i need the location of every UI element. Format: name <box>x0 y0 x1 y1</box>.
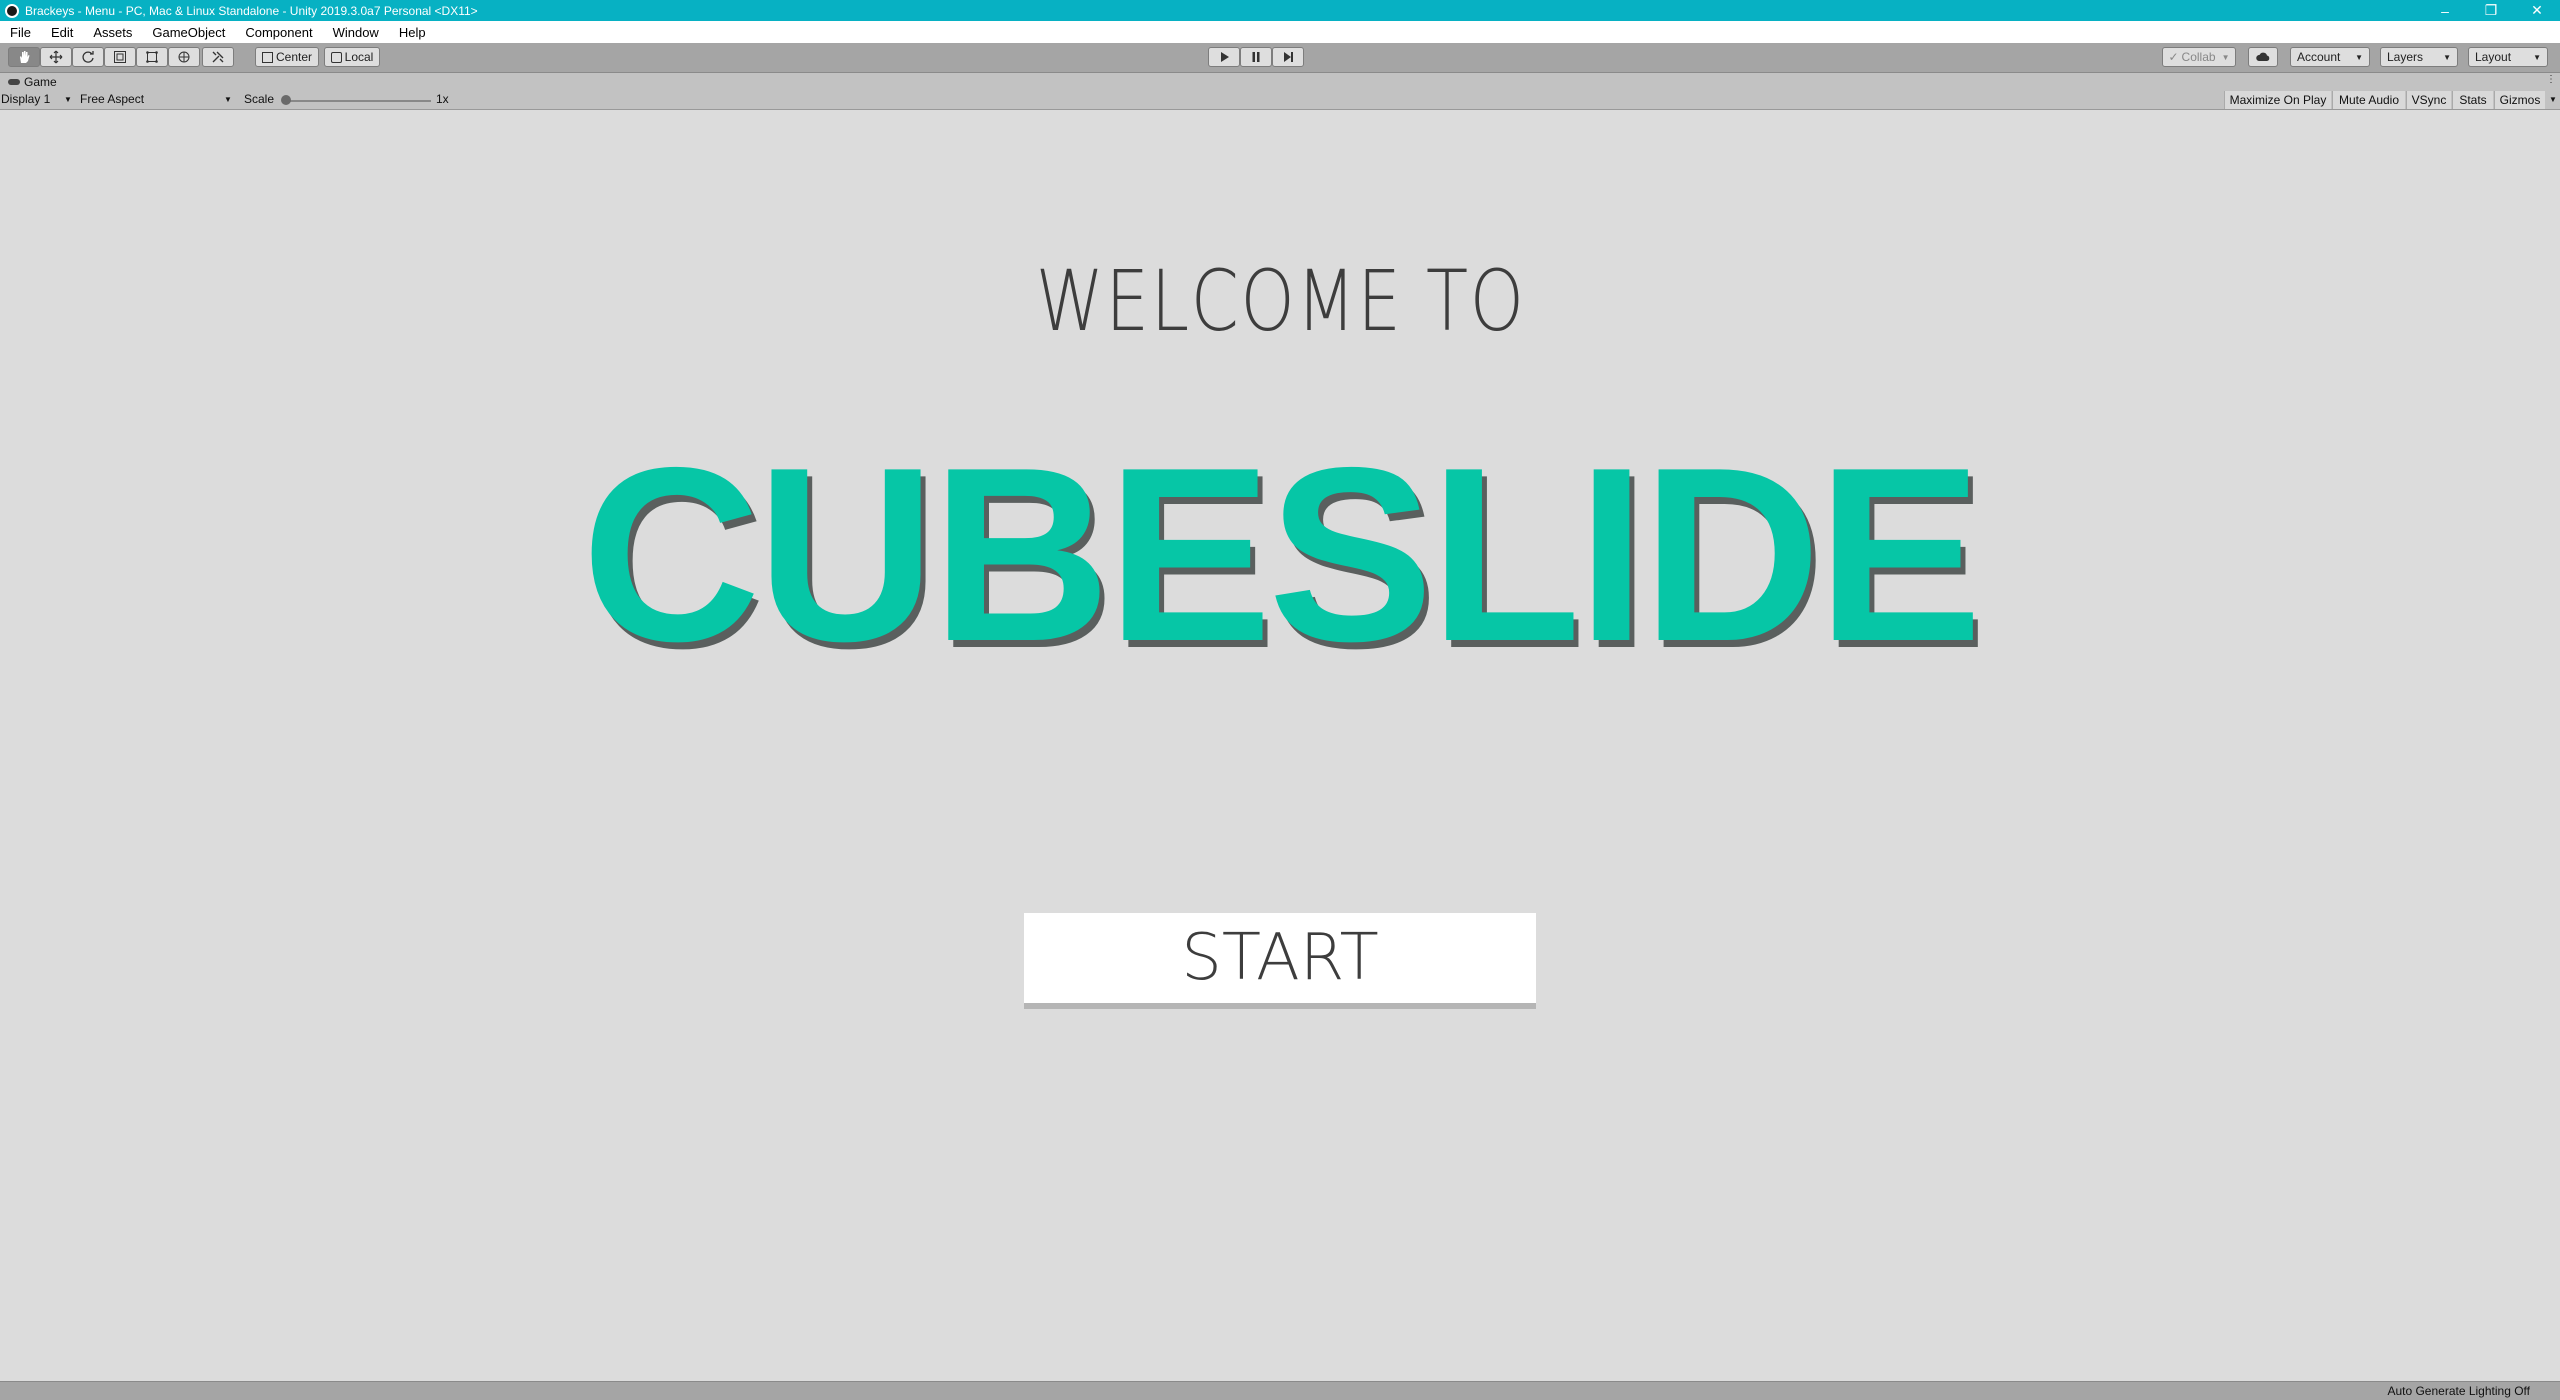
status-bar: Auto Generate Lighting Off <box>0 1381 2560 1400</box>
step-button[interactable] <box>1272 47 1304 67</box>
chevron-down-icon: ▼ <box>2443 52 2451 62</box>
collab-label: Collab <box>2181 50 2216 64</box>
menu-component[interactable]: Component <box>235 25 322 40</box>
chevron-down-icon: ▼ <box>2355 52 2363 62</box>
menu-file[interactable]: File <box>0 25 41 40</box>
game-title: CUBESLIDE <box>581 415 1982 693</box>
move-arrows-icon <box>49 50 63 64</box>
rect-tool-icon <box>146 51 158 63</box>
restore-icon[interactable]: ❐ <box>2468 0 2514 21</box>
scale-slider[interactable] <box>285 100 431 102</box>
menu-help[interactable]: Help <box>389 25 436 40</box>
transform-tool-button[interactable] <box>168 47 200 67</box>
tab-menu-icon[interactable]: ⋮ <box>2546 74 2556 85</box>
tab-game-label: Game <box>24 75 57 89</box>
menu-edit[interactable]: Edit <box>41 25 83 40</box>
stats-toggle[interactable]: Stats <box>2452 91 2493 109</box>
cloud-icon <box>2256 52 2270 61</box>
chevron-down-icon: ▼ <box>64 95 72 104</box>
lighting-status: Auto Generate Lighting Off <box>2387 1384 2530 1398</box>
pivot-center-toggle[interactable]: Center <box>255 47 319 67</box>
rotate-icon <box>82 51 94 63</box>
gizmos-toggle[interactable]: Gizmos <box>2494 91 2545 109</box>
layers-label: Layers <box>2387 50 2424 64</box>
chevron-down-icon[interactable]: ▼ <box>2549 95 2557 104</box>
gamepad-icon <box>8 79 20 85</box>
account-label: Account <box>2297 50 2341 64</box>
hand-icon <box>20 51 30 63</box>
maximize-on-play-toggle[interactable]: Maximize On Play <box>2224 91 2331 109</box>
unity-logo-icon <box>5 3 19 18</box>
cloud-button[interactable] <box>2248 47 2278 67</box>
scale-value: 1x <box>436 92 449 106</box>
vsync-toggle[interactable]: VSync <box>2406 91 2451 109</box>
step-icon <box>1284 52 1293 62</box>
main-toolbar: Center Local ✓ Collab ▼ Account ▼ Layers… <box>0 43 2560 73</box>
move-tool-button[interactable] <box>40 47 72 67</box>
center-label: Center <box>275 50 313 64</box>
menu-assets[interactable]: Assets <box>83 25 142 40</box>
account-dropdown[interactable]: Account ▼ <box>2290 47 2370 67</box>
play-icon <box>1221 52 1229 62</box>
game-view-header: Game ⋮ Display 1 ▼ Free Aspect ▼ Scale 1… <box>0 73 2560 110</box>
game-view-options: Display 1 ▼ Free Aspect ▼ Scale 1x Maxim… <box>0 91 2560 109</box>
scale-tool-button[interactable] <box>104 47 136 67</box>
scale-slider-thumb[interactable] <box>281 95 291 105</box>
wrench-icon <box>212 51 224 63</box>
mute-audio-toggle[interactable]: Mute Audio <box>2332 91 2405 109</box>
chevron-down-icon: ▼ <box>224 95 232 104</box>
transform-icon <box>178 51 190 63</box>
chevron-down-icon: ▼ <box>2533 52 2541 62</box>
layout-dropdown[interactable]: Layout ▼ <box>2468 47 2548 67</box>
collab-dropdown[interactable]: ✓ Collab ▼ <box>2162 47 2236 67</box>
pivot-local-toggle[interactable]: Local <box>324 47 380 67</box>
aspect-dropdown[interactable]: Free Aspect <box>80 92 144 106</box>
pause-button[interactable] <box>1240 47 1272 67</box>
check-icon: ✓ <box>2168 50 2179 64</box>
start-button[interactable]: START <box>1024 913 1536 1009</box>
window-titlebar: Brackeys - Menu - PC, Mac & Linux Standa… <box>0 0 2560 21</box>
hand-tool-button[interactable] <box>8 47 40 67</box>
menu-window[interactable]: Window <box>323 25 389 40</box>
custom-tool-button[interactable] <box>202 47 234 67</box>
welcome-heading: WELCOME TO <box>1035 252 1526 350</box>
layout-label: Layout <box>2475 50 2512 64</box>
scale-label: Scale <box>244 92 275 106</box>
window-controls: – ❐ ✕ <box>2422 0 2560 21</box>
minimize-icon[interactable]: – <box>2422 0 2468 21</box>
menu-bar: File Edit Assets GameObject Component Wi… <box>0 21 2560 43</box>
display-dropdown[interactable]: Display 1 <box>1 92 50 106</box>
rect-tool-button[interactable] <box>136 47 168 67</box>
tab-game[interactable]: Game <box>2 74 57 90</box>
menu-gameobject[interactable]: GameObject <box>142 25 235 40</box>
chevron-down-icon: ▼ <box>2221 52 2230 62</box>
close-icon[interactable]: ✕ <box>2514 0 2560 21</box>
play-button[interactable] <box>1208 47 1240 67</box>
scale-icon <box>114 51 126 63</box>
window-title: Brackeys - Menu - PC, Mac & Linux Standa… <box>25 3 478 18</box>
local-label: Local <box>344 50 374 64</box>
layers-dropdown[interactable]: Layers ▼ <box>2380 47 2458 67</box>
rotate-tool-button[interactable] <box>72 47 104 67</box>
pause-icon <box>1252 52 1260 62</box>
local-icon <box>330 51 342 63</box>
pivot-icon <box>261 51 273 63</box>
